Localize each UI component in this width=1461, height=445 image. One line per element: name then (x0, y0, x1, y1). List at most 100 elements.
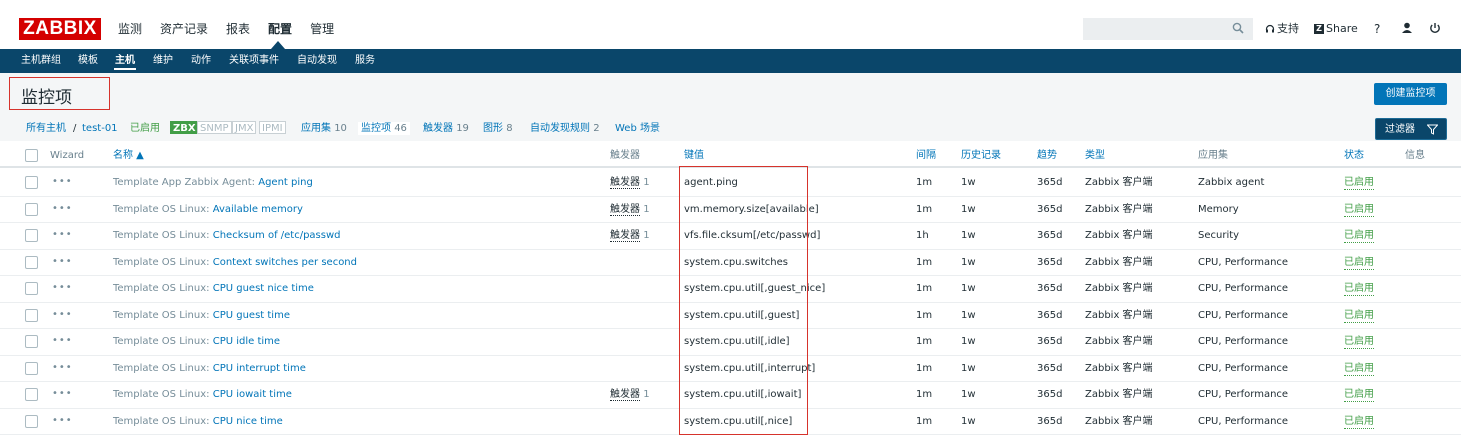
row-checkbox[interactable] (25, 282, 38, 295)
column-history-sort[interactable]: 历史记录 (961, 150, 1001, 162)
row-checkbox[interactable] (25, 308, 38, 322)
item-status-toggle[interactable]: 已启用 (1344, 416, 1374, 429)
subnav-maintenance[interactable]: 维护 (153, 54, 173, 68)
column-interval-sort[interactable]: 间隔 (916, 150, 936, 162)
item-status-toggle[interactable]: 已启用 (1344, 283, 1374, 296)
support-label: 支持 (1277, 22, 1299, 35)
search-input[interactable] (1083, 18, 1253, 40)
item-status-toggle[interactable]: 已启用 (1344, 389, 1374, 402)
row-checkbox[interactable] (25, 176, 38, 189)
wizard-menu-icon[interactable]: ••• (52, 256, 73, 267)
menu-item-reports[interactable]: 报表 (226, 21, 250, 37)
create-item-button[interactable]: 创建监控项 (1374, 83, 1447, 105)
breadcrumb-host[interactable]: test-01 (82, 122, 118, 135)
template-prefix-link[interactable]: Template OS Linux: (113, 363, 210, 374)
item-name-link[interactable]: CPU guest nice time (213, 283, 314, 294)
item-name-link[interactable]: CPU interrupt time (213, 363, 306, 374)
wizard-menu-icon[interactable]: ••• (52, 415, 73, 426)
wizard-menu-icon[interactable]: ••• (52, 203, 73, 214)
row-checkbox[interactable] (25, 229, 38, 242)
tab-applications[interactable]: 应用集 10 (301, 122, 347, 135)
breadcrumb-all-hosts[interactable]: 所有主机 (26, 122, 66, 135)
item-status-toggle[interactable]: 已启用 (1344, 310, 1374, 323)
sign-out-icon[interactable] (1428, 21, 1442, 35)
support-link[interactable]: 支持 (1265, 21, 1299, 37)
item-interval: 1m (916, 256, 933, 268)
column-type-sort[interactable]: 类型 (1085, 150, 1105, 162)
menu-item-administration[interactable]: 管理 (310, 21, 334, 37)
column-status-sort[interactable]: 状态 (1344, 150, 1364, 162)
subnav-host-groups[interactable]: 主机群组 (21, 54, 61, 68)
table-row: ••• Template OS Linux: Context switches p… (0, 250, 1461, 276)
wizard-menu-icon[interactable]: ••• (52, 309, 73, 320)
template-prefix-link[interactable]: Template OS Linux: (113, 230, 210, 241)
tab-discovery-rules[interactable]: 自动发现规则 2 (530, 122, 600, 135)
column-trends-sort[interactable]: 趋势 (1037, 150, 1057, 162)
row-checkbox[interactable] (25, 335, 38, 348)
template-prefix-link[interactable]: Template OS Linux: (113, 336, 210, 347)
active-subnav-underline (114, 68, 136, 70)
item-name-link[interactable]: Available memory (213, 204, 303, 215)
wizard-menu-icon[interactable]: ••• (52, 282, 73, 293)
search-icon[interactable] (1232, 22, 1244, 34)
item-name-link[interactable]: Context switches per second (213, 257, 357, 268)
template-prefix-link[interactable]: Template App Zabbix Agent: (113, 177, 255, 188)
item-status-toggle[interactable]: 已启用 (1344, 363, 1374, 376)
wizard-menu-icon[interactable]: ••• (52, 229, 73, 240)
subnav-hosts[interactable]: 主机 (115, 54, 135, 68)
item-name-link[interactable]: CPU guest time (213, 310, 290, 321)
template-prefix-link[interactable]: Template OS Linux: (113, 416, 210, 427)
item-status-toggle[interactable]: 已启用 (1344, 204, 1374, 217)
triggers-link[interactable]: 触发器 (610, 177, 640, 189)
wizard-menu-icon[interactable]: ••• (52, 335, 73, 346)
funnel-icon (1427, 124, 1438, 135)
subnav-actions[interactable]: 动作 (191, 54, 211, 68)
tab-triggers[interactable]: 触发器 19 (423, 122, 469, 135)
item-name-link[interactable]: CPU nice time (213, 416, 283, 427)
item-name-link[interactable]: Checksum of /etc/passwd (213, 230, 341, 241)
menu-item-monitoring[interactable]: 监测 (118, 21, 142, 37)
menu-item-configuration[interactable]: 配置 (268, 21, 292, 37)
item-status-toggle[interactable]: 已启用 (1344, 336, 1374, 349)
item-name-link[interactable]: CPU idle time (213, 336, 280, 347)
menu-item-inventory[interactable]: 资产记录 (160, 21, 208, 37)
table-row: ••• Template OS Linux: Available memory 触发… (0, 197, 1461, 223)
triggers-link[interactable]: 触发器 (610, 230, 640, 242)
row-checkbox[interactable] (25, 255, 38, 269)
wizard-menu-icon[interactable]: ••• (52, 176, 73, 187)
column-name-sort[interactable]: 名称 ▲ (113, 150, 144, 162)
triggers-link[interactable]: 触发器 (610, 389, 640, 401)
help-icon[interactable]: ? (1374, 21, 1380, 37)
wizard-menu-icon[interactable]: ••• (52, 362, 73, 373)
item-status-toggle[interactable]: 已启用 (1344, 230, 1374, 243)
share-link[interactable]: Z Share (1314, 21, 1358, 37)
item-name-link[interactable]: CPU iowait time (213, 389, 292, 400)
template-prefix-link[interactable]: Template OS Linux: (113, 389, 210, 400)
subnav-event-correlation[interactable]: 关联项事件 (229, 54, 279, 68)
template-prefix-link[interactable]: Template OS Linux: (113, 257, 210, 268)
row-checkbox[interactable] (25, 202, 38, 216)
template-prefix-link[interactable]: Template OS Linux: (113, 283, 210, 294)
row-checkbox[interactable] (25, 414, 38, 428)
host-enabled-status[interactable]: 已启用 (130, 122, 160, 135)
tab-graphs[interactable]: 图形 8 (483, 122, 513, 135)
column-key-sort[interactable]: 键值 (684, 150, 704, 162)
template-prefix-link[interactable]: Template OS Linux: (113, 310, 210, 321)
subnav-discovery[interactable]: 自动发现 (297, 54, 337, 68)
template-prefix-link[interactable]: Template OS Linux: (113, 204, 210, 215)
item-name-link[interactable]: Agent ping (258, 177, 313, 188)
tab-web-scenarios[interactable]: Web 场景 (615, 122, 660, 135)
item-status-toggle[interactable]: 已启用 (1344, 177, 1374, 190)
item-status-toggle[interactable]: 已启用 (1344, 257, 1374, 270)
wizard-menu-icon[interactable]: ••• (52, 388, 73, 399)
zabbix-logo[interactable]: ZABBIX (19, 18, 101, 40)
row-checkbox[interactable] (25, 361, 38, 375)
user-profile-icon[interactable] (1400, 21, 1414, 35)
triggers-link[interactable]: 触发器 (610, 203, 640, 216)
subnav-services[interactable]: 服务 (355, 54, 375, 68)
tab-items[interactable]: 监控项 46 (358, 122, 410, 135)
select-all-checkbox[interactable] (25, 149, 38, 162)
subnav-templates[interactable]: 模板 (78, 54, 98, 68)
filter-toggle-button[interactable]: 过滤器 (1375, 118, 1447, 140)
row-checkbox[interactable] (25, 388, 38, 401)
